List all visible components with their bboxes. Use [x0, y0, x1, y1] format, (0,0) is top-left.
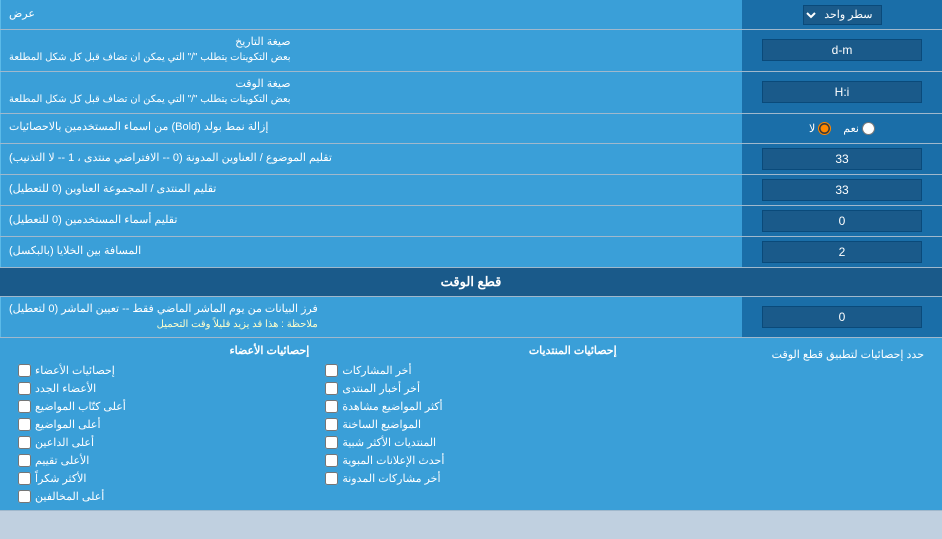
stats-label-area: حدد إحصائيات لتطبيق قطع الوقت — [625, 344, 932, 504]
cb-top-subjects-label: أعلى المواضيع — [35, 418, 101, 431]
member-stats-col: إحصائيات الأعضاء إحصائيات الأعضاء الأعضا… — [10, 344, 317, 504]
cb-top-subjects-input[interactable] — [18, 418, 31, 431]
time-format-input-cell — [742, 72, 942, 113]
cb-hot-topics-input[interactable] — [325, 418, 338, 431]
cb-forum-news-input[interactable] — [325, 382, 338, 395]
date-format-input-cell — [742, 30, 942, 71]
cb-top-rated-label: الأعلى تقييم — [35, 454, 89, 467]
cb-top-inviters-label: أعلى الداعين — [35, 436, 94, 449]
bold-remove-radio-cell: نعم لا — [742, 114, 942, 143]
cb-hot-topics-label: المواضيع الساخنة — [342, 418, 421, 431]
subject-trim-input-cell — [742, 144, 942, 174]
cb-most-viewed-label: أكثر المواضيع مشاهدة — [342, 400, 442, 413]
forum-stats-col: إحصائيات المنتديات أخر المشاركات أخر أخب… — [317, 344, 624, 504]
cutoff-days-input-cell — [742, 297, 942, 338]
forum-stats-col-title: إحصائيات المنتديات — [325, 344, 616, 360]
cb-last-posts-label: أخر المشاركات — [342, 364, 411, 377]
stats-section: حدد إحصائيات لتطبيق قطع الوقت إحصائيات ا… — [0, 338, 942, 511]
row-username-trim: تقليم أسماء المستخدمين (0 للتعطيل) — [0, 206, 942, 237]
cb-top-violators: أعلى المخالفين — [18, 489, 309, 504]
cb-top-rated: الأعلى تقييم — [18, 453, 309, 468]
member-stats-col-title: إحصائيات الأعضاء — [18, 344, 309, 360]
cb-classifieds-label: أحدث الإعلانات المبوية — [342, 454, 444, 467]
cb-similar-forums-input[interactable] — [325, 436, 338, 449]
time-format-input[interactable] — [762, 81, 922, 103]
radio-no[interactable] — [818, 122, 831, 135]
cb-blog-posts: أخر مشاركات المدونة — [325, 471, 616, 486]
cb-new-members-label: الأعضاء الجدد — [35, 382, 96, 395]
cb-new-members: الأعضاء الجدد — [18, 381, 309, 396]
forum-trim-label: تقليم المنتدى / المجموعة العناوين (0 للت… — [0, 175, 742, 205]
cutoff-section-title: قطع الوقت — [441, 274, 502, 289]
cb-most-thanks: الأكثر شكراً — [18, 471, 309, 486]
forum-trim-input-cell — [742, 175, 942, 205]
radio-no-label[interactable]: لا — [809, 122, 831, 135]
bold-remove-label: إزالة نمط بولد (Bold) من اسماء المستخدمي… — [0, 114, 742, 143]
cb-top-writers: أعلى كتّاب المواضيع — [18, 399, 309, 414]
cutoff-days-input[interactable] — [762, 306, 922, 328]
row-bold-remove: نعم لا إزالة نمط بولد (Bold) من اسماء ال… — [0, 114, 942, 144]
cb-top-violators-label: أعلى المخالفين — [35, 490, 104, 503]
row-subject-trim: تقليم الموضوع / العناوين المدونة (0 -- ا… — [0, 144, 942, 175]
cb-top-writers-input[interactable] — [18, 400, 31, 413]
row-cell-spacing: المسافة بين الخلايا (بالبكسل) — [0, 237, 942, 268]
cell-spacing-input[interactable] — [762, 241, 922, 263]
cb-forum-news-label: أخر أخبار المنتدى — [342, 382, 420, 395]
cb-hot-topics: المواضيع الساخنة — [325, 417, 616, 432]
cell-spacing-input-cell — [742, 237, 942, 267]
cb-last-posts: أخر المشاركات — [325, 363, 616, 378]
row-forum-trim: تقليم المنتدى / المجموعة العناوين (0 للت… — [0, 175, 942, 206]
time-format-label: صيغة الوقتبعض التكوينات يتطلب "/" التي ي… — [0, 72, 742, 113]
cb-most-viewed: أكثر المواضيع مشاهدة — [325, 399, 616, 414]
subject-trim-label: تقليم الموضوع / العناوين المدونة (0 -- ا… — [0, 144, 742, 174]
row-display: سطر واحد سطران عرض — [0, 0, 942, 30]
cb-classifieds-input[interactable] — [325, 454, 338, 467]
row-cutoff-days: فرز البيانات من يوم الماشر الماضي فقط --… — [0, 297, 942, 339]
cell-spacing-label: المسافة بين الخلايا (بالبكسل) — [0, 237, 742, 267]
display-label: عرض — [0, 0, 742, 29]
row-date-format: صيغة التاريخبعض التكوينات يتطلب "/" التي… — [0, 30, 942, 72]
cb-top-writers-label: أعلى كتّاب المواضيع — [35, 400, 126, 413]
cb-most-viewed-input[interactable] — [325, 400, 338, 413]
display-select[interactable]: سطر واحد سطران — [803, 5, 882, 25]
forum-trim-input[interactable] — [762, 179, 922, 201]
subject-trim-input[interactable] — [762, 148, 922, 170]
cb-blog-posts-label: أخر مشاركات المدونة — [342, 472, 440, 485]
cb-top-inviters-input[interactable] — [18, 436, 31, 449]
cb-top-rated-input[interactable] — [18, 454, 31, 467]
cutoff-section-header: قطع الوقت — [0, 268, 942, 297]
cb-classifieds: أحدث الإعلانات المبوية — [325, 453, 616, 468]
main-container: سطر واحد سطران عرض صيغة التاريخبعض التكو… — [0, 0, 942, 511]
row-time-format: صيغة الوقتبعض التكوينات يتطلب "/" التي ي… — [0, 72, 942, 114]
cb-top-subjects: أعلى المواضيع — [18, 417, 309, 432]
cb-blog-posts-input[interactable] — [325, 472, 338, 485]
cb-member-stats-input[interactable] — [18, 364, 31, 377]
cb-forum-news: أخر أخبار المنتدى — [325, 381, 616, 396]
username-trim-input[interactable] — [762, 210, 922, 232]
date-format-input[interactable] — [762, 39, 922, 61]
display-input-cell: سطر واحد سطران — [742, 0, 942, 29]
cutoff-days-label: فرز البيانات من يوم الماشر الماضي فقط --… — [0, 297, 742, 338]
stats-settings-label: حدد إحصائيات لتطبيق قطع الوقت — [772, 349, 924, 361]
cb-top-violators-input[interactable] — [18, 490, 31, 503]
cb-most-thanks-label: الأكثر شكراً — [35, 472, 86, 485]
stats-checkboxes-row: حدد إحصائيات لتطبيق قطع الوقت إحصائيات ا… — [10, 344, 932, 504]
cb-member-stats-label: إحصائيات الأعضاء — [35, 364, 115, 377]
date-format-label: صيغة التاريخبعض التكوينات يتطلب "/" التي… — [0, 30, 742, 71]
cb-top-inviters: أعلى الداعين — [18, 435, 309, 450]
radio-yes-label[interactable]: نعم — [843, 122, 875, 135]
cb-member-stats: إحصائيات الأعضاء — [18, 363, 309, 378]
cb-new-members-input[interactable] — [18, 382, 31, 395]
cb-most-thanks-input[interactable] — [18, 472, 31, 485]
radio-yes[interactable] — [862, 122, 875, 135]
username-trim-input-cell — [742, 206, 942, 236]
cb-similar-forums-label: المنتديات الأكثر شبية — [342, 436, 436, 449]
cb-last-posts-input[interactable] — [325, 364, 338, 377]
cb-similar-forums: المنتديات الأكثر شبية — [325, 435, 616, 450]
username-trim-label: تقليم أسماء المستخدمين (0 للتعطيل) — [0, 206, 742, 236]
